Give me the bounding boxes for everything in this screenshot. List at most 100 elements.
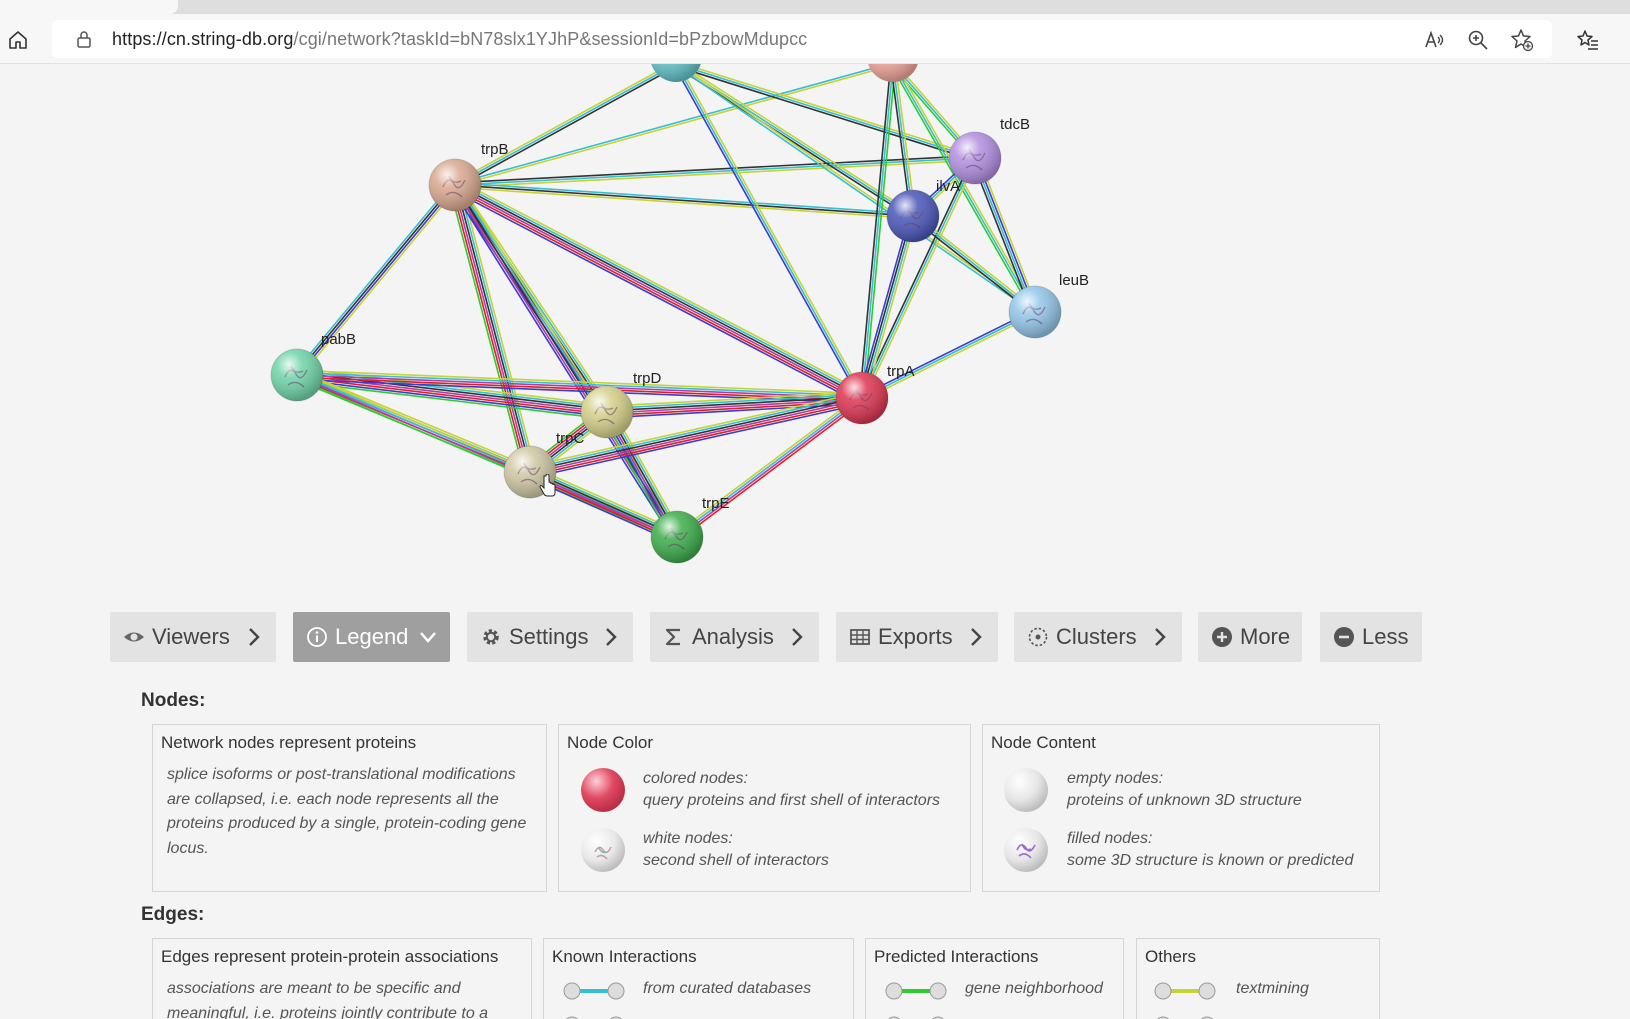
node-label-pabB: pabB [321, 331, 356, 348]
browser-toolbar: https://cn.string-db.org/cgi/network?tas… [0, 14, 1630, 64]
analysis-label: Analysis [692, 624, 774, 649]
viewers-button[interactable]: Viewers [110, 612, 276, 662]
add-favorite-button[interactable] [1510, 28, 1534, 52]
edge-trpB-pabB[interactable] [293, 182, 459, 378]
node-label-ilvA: ilvA [936, 178, 960, 195]
read-aloud-icon [1425, 30, 1444, 48]
colored-nodes-desc: query proteins and first shell of intera… [643, 792, 941, 809]
chevron-right-icon [249, 628, 260, 646]
curated-edge-sample [563, 982, 625, 1000]
chevron-right-icon [971, 628, 982, 646]
home-icon [9, 31, 27, 49]
empty-nodes-label: empty nodes: [1067, 770, 1164, 787]
others-title: Others [1145, 947, 1197, 966]
fusion-edge-sample [887, 1016, 945, 1019]
node-proteins-text: splice isoforms or post-translational mo… [167, 766, 527, 857]
node-content-title: Node Content [991, 733, 1096, 752]
minus-circle-icon [1334, 627, 1354, 647]
gear-icon [483, 629, 499, 645]
clusters-icon [1028, 627, 1048, 647]
legend-label: Legend [335, 624, 409, 649]
edges-layer [293, 64, 1039, 543]
chevron-right-icon [792, 628, 803, 646]
favorites-list-icon [1577, 30, 1598, 50]
node-ilvA[interactable]: ilvA [886, 178, 960, 243]
node-tdcB[interactable]: tdcB [948, 116, 1030, 185]
hand-cursor-icon [539, 474, 556, 497]
neighborhood-label: gene neighborhood [965, 980, 1103, 997]
curated-label: from curated databases [643, 980, 812, 997]
url-text[interactable]: https://cn.string-db.org/cgi/network?tas… [112, 29, 807, 50]
clusters-button[interactable]: Clusters [1014, 612, 1182, 662]
chevron-right-icon [606, 628, 617, 646]
url-path: /cgi/network?taskId=bN78slx1YJhP&session… [293, 29, 808, 49]
predicted-interactions-box: Predicted Interactions gene neighborhood [865, 938, 1124, 1019]
white-nodes-label: white nodes: [643, 830, 733, 847]
more-button[interactable]: More [1198, 612, 1302, 662]
others-box: Others textmining [1136, 938, 1380, 1019]
tab-strip [0, 0, 1630, 14]
favorites-button[interactable] [1574, 26, 1602, 54]
url-host: https://cn.string-db.org [112, 29, 294, 49]
white-node-sample [581, 828, 625, 872]
edge-trpB-topA[interactable] [453, 64, 678, 188]
node-label-trpE: trpE [702, 495, 730, 512]
edge-trpB-ilvA[interactable] [454, 181, 914, 220]
node-color-box: Node Color colored nodes: query proteins … [558, 724, 971, 892]
eye-icon [124, 632, 144, 642]
star-add-icon [1511, 29, 1534, 52]
read-aloud-button[interactable] [1422, 28, 1446, 52]
info-icon [307, 627, 327, 647]
edge-topA-leuB[interactable] [674, 64, 1037, 314]
clusters-label: Clusters [1056, 624, 1137, 649]
node-label-trpB: trpB [481, 141, 509, 158]
neighborhood-edge-sample [885, 982, 947, 1000]
edges-box: Edges represent protein-protein associat… [152, 938, 532, 1019]
settings-label: Settings [509, 624, 589, 649]
less-button[interactable]: Less [1320, 612, 1422, 662]
more-label: More [1240, 624, 1291, 649]
node-label-trpA: trpA [887, 363, 915, 380]
empty-nodes-desc: proteins of unknown 3D structure [1067, 792, 1302, 809]
protein-network[interactable]: trpB tdcB ilvA leuB pabB trpD trpA trpC trpE [0, 64, 1630, 594]
chevron-right-icon [1155, 628, 1166, 646]
coexpression-edge-sample [1156, 1016, 1214, 1019]
node-proteins-title: Network nodes represent proteins [161, 733, 417, 752]
node-partial[interactable] [867, 64, 919, 82]
node-content-box: Node Content empty nodes: proteins of unk… [982, 724, 1380, 892]
node-color-title: Node Color [567, 733, 653, 752]
empty-node-sample [1004, 768, 1048, 812]
legend-button[interactable]: Legend [293, 612, 450, 662]
less-label: Less [1362, 624, 1409, 649]
zoom-in-icon [1468, 30, 1488, 50]
node-label-trpD: trpD [633, 370, 662, 387]
textmining-label: textmining [1236, 980, 1309, 997]
nodes-layer: trpB tdcB ilvA leuB pabB trpD trpA trpC trpE [270, 64, 1089, 564]
filled-nodes-label: filled nodes: [1067, 830, 1153, 847]
home-button[interactable] [4, 26, 32, 54]
textmining-edge-sample [1154, 982, 1216, 1000]
edge-trpB-tdcB[interactable] [454, 154, 976, 189]
plus-circle-icon [1212, 627, 1232, 647]
chevron-down-icon [420, 632, 436, 643]
colored-node-sample [581, 768, 625, 812]
edges-box-title: Edges represent protein-protein associat… [161, 947, 499, 966]
experimental-edge-sample [565, 1016, 623, 1019]
address-bar[interactable]: https://cn.string-db.org/cgi/network?tas… [52, 20, 1552, 58]
known-interactions-box: Known Interactions from curated database… [543, 938, 854, 1019]
edges-section-title: Edges: [141, 904, 205, 925]
exports-button[interactable]: Exports [836, 612, 998, 662]
node-label-tdcB: tdcB [1000, 116, 1030, 133]
table-icon [850, 629, 870, 645]
node-label-leuB: leuB [1059, 272, 1089, 289]
filled-node-sample [1004, 828, 1048, 872]
analysis-button[interactable]: Analysis [650, 612, 819, 662]
node-proteins-box: Network nodes represent proteins splice … [152, 724, 547, 892]
settings-button[interactable]: Settings [467, 612, 633, 662]
viewers-label: Viewers [152, 624, 230, 649]
node-label-trpC: trpC [556, 430, 585, 447]
active-tab[interactable] [0, 0, 178, 14]
colored-nodes-label: colored nodes: [643, 770, 748, 787]
protein-structure-icon [1016, 843, 1036, 859]
zoom-button[interactable] [1466, 28, 1490, 52]
